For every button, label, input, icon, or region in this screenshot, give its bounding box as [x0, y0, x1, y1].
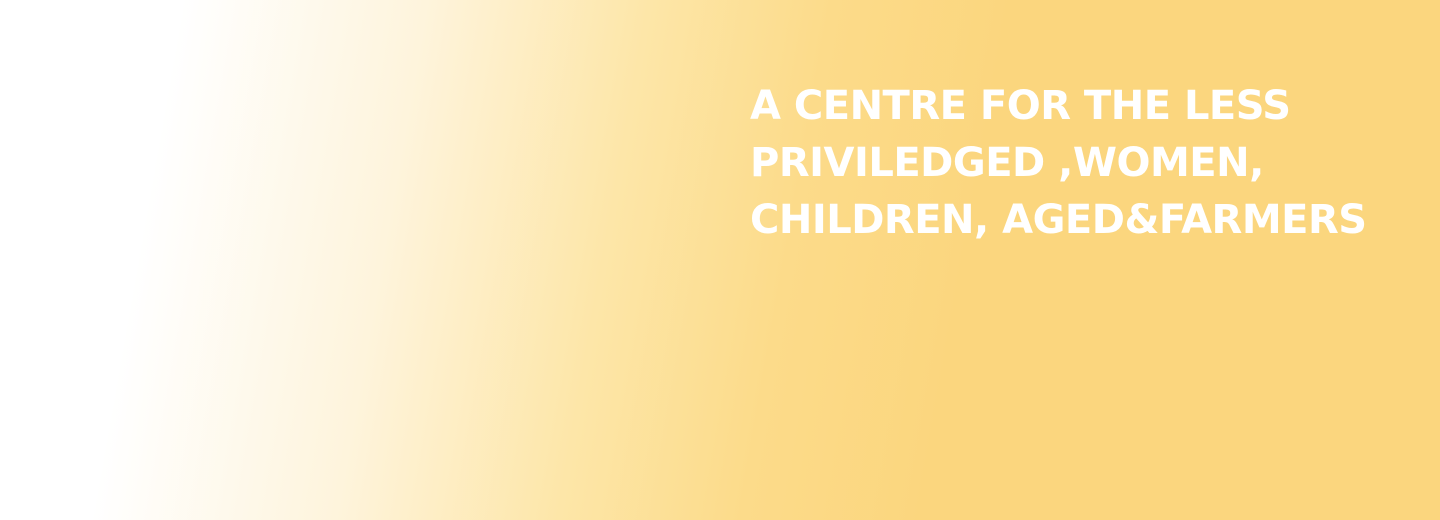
hero-banner: A CENTRE FOR THE LESS PRIVILEDGED ,WOMEN…	[0, 0, 1440, 520]
hero-heading-line-2: PRIVILEDGED ,WOMEN,	[750, 140, 1264, 186]
hero-heading-line-3: CHILDREN, AGED&FARMERS	[750, 197, 1367, 243]
hero-heading-line-1: A CENTRE FOR THE LESS	[750, 83, 1291, 129]
hero-heading: A CENTRE FOR THE LESS PRIVILEDGED ,WOMEN…	[750, 78, 1430, 249]
